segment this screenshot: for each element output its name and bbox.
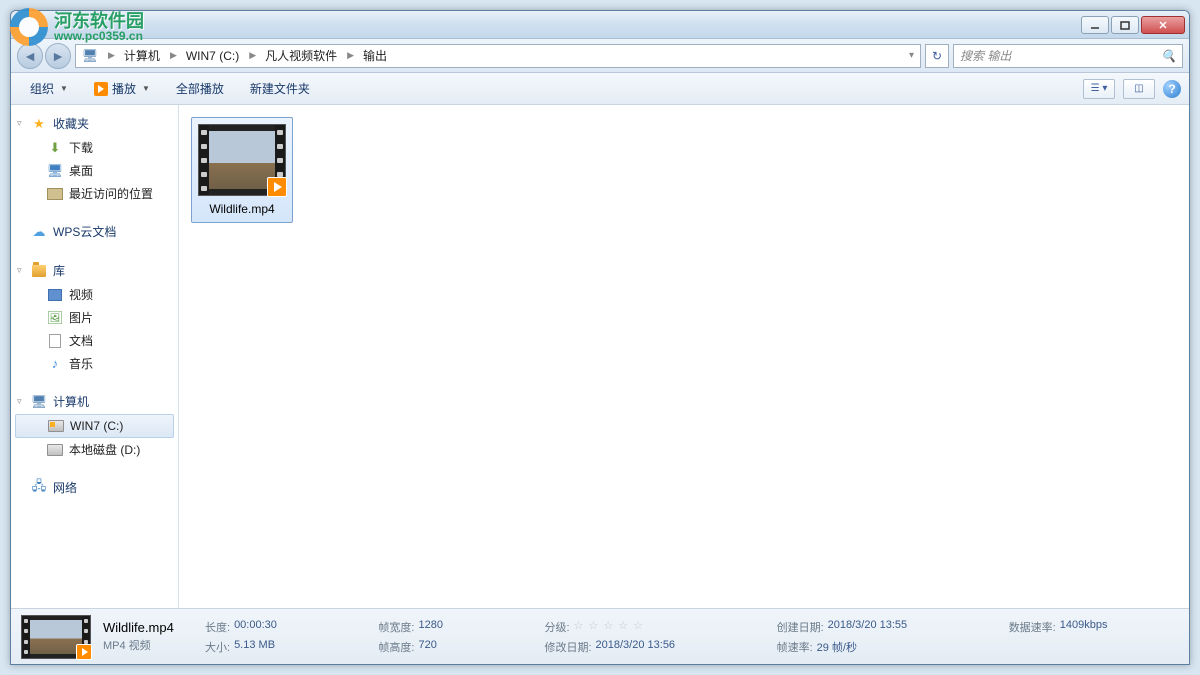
music-icon: ♪ — [47, 356, 63, 372]
sidebar-item-recent[interactable]: 最近访问的位置 — [11, 182, 178, 205]
picture-icon: 🖼 — [47, 310, 63, 326]
details-rating[interactable]: 分级:☆ ☆ ☆ ☆ ☆ — [544, 619, 746, 635]
sidebar-item-downloads[interactable]: ⬇下载 — [11, 136, 178, 159]
breadcrumb-seg-computer[interactable]: 计算机 — [118, 45, 167, 67]
file-list-area[interactable]: Wildlife.mp4 — [179, 105, 1189, 608]
sidebar-item-documents[interactable]: 文档 — [11, 329, 178, 352]
sidebar-libraries-header[interactable]: ▿库 — [11, 258, 178, 283]
search-placeholder: 搜索 输出 — [960, 47, 1011, 64]
close-button[interactable] — [1141, 16, 1185, 34]
star-icon: ★ — [31, 116, 47, 132]
explorer-window: ◄ ► 🖥 ▶ 计算机 ▶ WIN7 (C:) ▶ 凡人视频软件 ▶ 输出 ▾ … — [10, 10, 1190, 665]
details-frame-height: 帧高度:720 — [378, 639, 514, 655]
chevron-down-icon: ▼ — [60, 84, 68, 93]
search-input[interactable]: 搜索 输出 🔍 — [953, 44, 1183, 68]
new-folder-button[interactable]: 新建文件夹 — [239, 75, 321, 102]
document-icon — [47, 333, 63, 349]
sidebar-computer-header[interactable]: ▿🖥计算机 — [11, 389, 178, 414]
navigation-sidebar: ▿★收藏夹 ⬇下载 🖥桌面 最近访问的位置 ☁WPS云文档 ▿库 视频 🖼图片 … — [11, 105, 179, 608]
chevron-right-icon[interactable]: ▶ — [344, 50, 357, 61]
details-size: 大小:5.13 MB — [205, 639, 348, 655]
drive-icon — [47, 442, 63, 458]
details-filetype: MP4 视频 — [103, 637, 193, 653]
sidebar-network-header[interactable]: 🖧网络 — [11, 475, 178, 500]
chevron-right-icon[interactable]: ▶ — [105, 50, 118, 61]
file-item-selected[interactable]: Wildlife.mp4 — [191, 117, 293, 223]
play-all-button[interactable]: 全部播放 — [165, 75, 235, 102]
minimize-button[interactable] — [1081, 16, 1109, 34]
preview-pane-button[interactable]: ◫ — [1123, 79, 1155, 99]
breadcrumb-root-icon[interactable]: 🖥 — [76, 45, 105, 67]
details-pane: Wildlife.mp4 MP4 视频 长度:00:00:30 帧宽度:1280… — [11, 608, 1189, 664]
view-options-button[interactable]: ☰ ▾ — [1083, 79, 1115, 99]
network-icon: 🖧 — [31, 480, 47, 496]
breadcrumb-seg-drive[interactable]: WIN7 (C:) — [180, 45, 246, 67]
play-button[interactable]: 播放▼ — [83, 75, 161, 102]
sidebar-item-music[interactable]: ♪音乐 — [11, 352, 178, 375]
video-thumbnail — [198, 124, 286, 196]
details-bitrate: 数据速率:1409kbps — [1009, 619, 1179, 635]
collapse-icon: ▿ — [17, 265, 22, 276]
details-created: 创建日期:2018/3/20 13:55 — [777, 619, 979, 635]
sidebar-favorites-header[interactable]: ▿★收藏夹 — [11, 111, 178, 136]
breadcrumb[interactable]: 🖥 ▶ 计算机 ▶ WIN7 (C:) ▶ 凡人视频软件 ▶ 输出 ▾ — [75, 44, 921, 68]
search-icon: 🔍 — [1161, 49, 1176, 63]
library-icon — [31, 263, 47, 279]
refresh-button[interactable]: ↻ — [925, 44, 949, 68]
sidebar-item-pictures[interactable]: 🖼图片 — [11, 306, 178, 329]
details-fps: 帧速率:29 帧/秒 — [777, 639, 979, 655]
desktop-icon: 🖥 — [47, 163, 63, 179]
recent-icon — [47, 186, 63, 202]
details-frame-width: 帧宽度:1280 — [378, 619, 514, 635]
computer-icon: 🖥 — [31, 394, 47, 410]
rating-stars-icon: ☆ ☆ ☆ ☆ ☆ — [574, 619, 645, 635]
window-titlebar[interactable] — [11, 11, 1189, 39]
organize-menu[interactable]: 组织▼ — [19, 75, 79, 102]
chevron-right-icon[interactable]: ▶ — [246, 50, 259, 61]
download-icon: ⬇ — [47, 140, 63, 156]
chevron-right-icon[interactable]: ▶ — [167, 50, 180, 61]
breadcrumb-seg-folder1[interactable]: 凡人视频软件 — [259, 45, 344, 67]
sidebar-item-videos[interactable]: 视频 — [11, 283, 178, 306]
chevron-down-icon: ▼ — [142, 84, 150, 93]
details-filename: Wildlife.mp4 — [103, 620, 193, 635]
breadcrumb-seg-folder2[interactable]: 输出 — [357, 45, 394, 67]
play-overlay-icon — [267, 177, 287, 197]
play-icon — [94, 82, 108, 96]
sidebar-item-drive-c[interactable]: WIN7 (C:) — [15, 414, 174, 438]
command-toolbar: 组织▼ 播放▼ 全部播放 新建文件夹 ☰ ▾ ◫ ? — [11, 73, 1189, 105]
play-overlay-icon — [76, 644, 92, 660]
breadcrumb-dropdown-icon[interactable]: ▾ — [903, 50, 920, 61]
collapse-icon: ▿ — [17, 396, 22, 407]
address-bar-row: ◄ ► 🖥 ▶ 计算机 ▶ WIN7 (C:) ▶ 凡人视频软件 ▶ 输出 ▾ … — [11, 39, 1189, 73]
details-length: 长度:00:00:30 — [205, 619, 348, 635]
file-name-label: Wildlife.mp4 — [209, 202, 274, 216]
sidebar-item-drive-d[interactable]: 本地磁盘 (D:) — [11, 438, 178, 461]
sidebar-wps-cloud[interactable]: ☁WPS云文档 — [11, 219, 178, 244]
details-modified: 修改日期:2018/3/20 13:56 — [544, 639, 746, 655]
drive-icon — [48, 418, 64, 434]
video-icon — [47, 287, 63, 303]
nav-forward-button[interactable]: ► — [45, 43, 71, 69]
maximize-button[interactable] — [1111, 16, 1139, 34]
nav-back-button[interactable]: ◄ — [17, 43, 43, 69]
cloud-icon: ☁ — [31, 224, 47, 240]
sidebar-item-desktop[interactable]: 🖥桌面 — [11, 159, 178, 182]
details-thumbnail — [21, 615, 91, 659]
help-button[interactable]: ? — [1163, 80, 1181, 98]
collapse-icon: ▿ — [17, 118, 22, 129]
